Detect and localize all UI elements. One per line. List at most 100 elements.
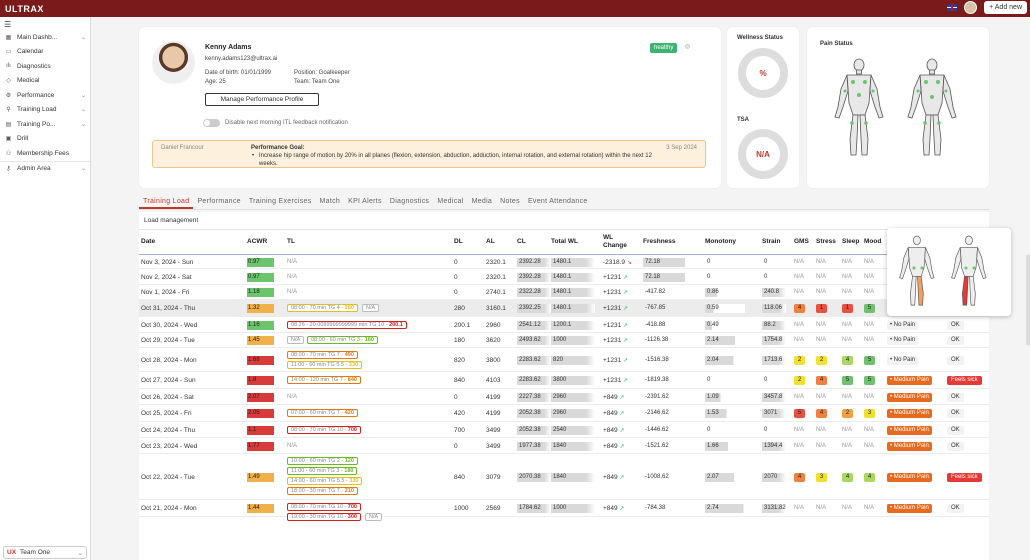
sidebar-item-membership-fees[interactable]: ⚇ Membership Fees [0, 146, 90, 161]
training-session-chip[interactable]: 08:00 - 70 min TG 10 - 700 [287, 503, 361, 511]
manage-performance-profile-button[interactable]: Manage Performance Profile [205, 93, 319, 106]
table-row[interactable]: Nov 2, 2024 - Sat 0.97 N/A 0 2320.1 2392.28 14… [139, 269, 989, 285]
side-scroll-tab[interactable] [1026, 255, 1030, 345]
stress-na: N/A [816, 273, 827, 280]
cell-twl: 1000 [551, 504, 595, 513]
row-date: Nov 1, 2024 - Fri [141, 289, 190, 296]
training-session-chip[interactable]: 08:26 - 20.0099999999999 min TG 10 - 200… [287, 320, 407, 329]
training-session-chip[interactable]: 08:00 - 70 min TG 4 - 280 [287, 304, 358, 312]
header-freshness[interactable]: Freshness [643, 238, 676, 246]
table-row[interactable]: Oct 30, 2024 - Wed 1.16 08:26 - 20.0099999… [139, 317, 989, 333]
table-row[interactable]: Oct 31, 2024 - Thu 1.32 08:00 - 70 min TG … [139, 300, 989, 317]
sidebar-item-main-dashb[interactable]: ▦ Main Dashb... ⌄ [0, 30, 90, 45]
user-avatar[interactable] [964, 1, 978, 14]
sidebar-item-training-po[interactable]: ▤ Training Po... ⌄ [0, 117, 90, 132]
header-strain[interactable]: Strain [762, 238, 780, 246]
header-tl[interactable]: TL [287, 238, 295, 246]
app-logo[interactable]: ULTRAX [5, 4, 44, 14]
session-value: 330 [349, 478, 359, 484]
header-dl[interactable]: DL [454, 238, 463, 246]
header-al[interactable]: AL [486, 238, 495, 246]
calendar-icon: ▭ [5, 49, 12, 56]
menu-icon[interactable]: ☰ [0, 17, 90, 30]
tab-training-load[interactable]: Training Load [139, 196, 194, 209]
tab-medical[interactable]: Medical [433, 196, 467, 209]
sidebar-item-performance[interactable]: ⚙ Performance ⌄ [0, 88, 90, 103]
body-map-icon[interactable] [807, 27, 989, 188]
cell-freshness: -784.38 [645, 505, 666, 511]
table-row[interactable]: Oct 24, 2024 - Thu 1.1 08:00 - 70 min TG 1… [139, 422, 989, 438]
session-value: 200.1 [389, 321, 403, 328]
sickness-badge: OK [947, 441, 964, 451]
table-row[interactable]: Nov 3, 2024 - Sun 0.97 N/A 0 2320.1 2392.28 14… [139, 255, 989, 269]
table-row[interactable]: Nov 1, 2024 - Fri 1.18 N/A 0 2740.1 2322.28 14… [139, 285, 989, 300]
cell-twl: 1200.1 [551, 320, 595, 330]
training-session-chip[interactable]: 19:00 - 30 min TG 10 - 300 [287, 513, 361, 521]
eye-icon[interactable]: ◎ [685, 43, 690, 50]
sickness-badge: OK [947, 336, 964, 345]
pain-badge: • Medium Pain [887, 392, 932, 402]
training-session-chip[interactable]: 18:00 - 30 min TG 7 - 210 [287, 487, 358, 495]
sidebar-item-training-load[interactable]: ⚲ Training Load ⌄ [0, 103, 90, 118]
header-total-wl[interactable]: Total WL [551, 238, 578, 246]
training-session-chip[interactable]: 08:00 - 70 min TG 7 - 490 [287, 351, 358, 359]
sidebar-item-admin-area[interactable]: ⚷ Admin Area ⌄ [0, 162, 90, 177]
table-row[interactable]: Oct 29, 2024 - Tue 1.45 N/A 08:00 - 60 min … [139, 333, 989, 348]
tab-diagnostics[interactable]: Diagnostics [386, 196, 433, 209]
sleep-na: N/A [842, 393, 853, 400]
sidebar-item-medical[interactable]: ◇ Medical [0, 74, 90, 89]
session-text: 08:00 - 70 min TG 10 - [291, 426, 348, 433]
training-session-chip[interactable]: 07:00 - 60 min TG 7 - 420 [287, 409, 358, 417]
add-new-button[interactable]: + Add new [984, 1, 1027, 14]
session-value: 420 [344, 410, 354, 416]
header-monotony[interactable]: Monotony [705, 238, 736, 246]
uk-flag-icon[interactable] [947, 4, 958, 11]
table-row[interactable]: Oct 28, 2024 - Mon 1.68 08:00 - 70 min TG … [139, 348, 989, 372]
tab-notes[interactable]: Notes [496, 196, 524, 209]
table-row[interactable]: Oct 22, 2024 - Tue 1.49 10:00 - 60 min TG … [139, 454, 989, 500]
pain-label: No Pain [893, 356, 916, 363]
cell-twl: 2540 [551, 425, 595, 435]
tab-performance[interactable]: Performance [193, 196, 244, 209]
cell-cl: 1977.38 [517, 441, 551, 451]
mood-score: 5 [864, 355, 875, 365]
header-acwr[interactable]: ACWR [247, 238, 267, 246]
pain-badge: • Medium Pain [887, 441, 932, 451]
header-cl[interactable]: CL [517, 238, 526, 246]
sidebar-item-diagnostics[interactable]: ılı Diagnostics [0, 59, 90, 74]
table-row[interactable]: Oct 26, 2024 - Sat 2.07 N/A 0 4199 2227.38 296… [139, 389, 989, 405]
session-text: 11:00 - 60 min TG 5.5 - [291, 362, 349, 368]
training-session-chip[interactable]: 14:00 - 60 min TG 5.5 - 330 [287, 477, 363, 485]
training-session-chip[interactable]: 14:00 - 120 min TG 7 - 840 [287, 376, 361, 384]
tab-match[interactable]: Match [316, 196, 345, 209]
cell-cl: 2541.12 [517, 320, 551, 330]
itl-notification-toggle[interactable] [203, 119, 220, 127]
training-session-chip[interactable]: 08:00 - 60 min TG 3 - 180 [307, 336, 378, 344]
sidebar-item-drill[interactable]: ▣ Drill [0, 132, 90, 147]
training-session-chip[interactable]: 11:00 - 60 min TG 5.5 - 330 [287, 361, 363, 369]
sleep-na: N/A [842, 289, 853, 295]
team-badge: UX [7, 549, 17, 556]
header-stress[interactable]: Stress [816, 238, 836, 246]
team-selector[interactable]: UX Team One ⌄ [3, 546, 87, 559]
header-date[interactable]: Date [141, 238, 155, 246]
table-row[interactable]: Oct 23, 2024 - Wed 1.77 N/A 0 3499 1977.38 184… [139, 438, 989, 454]
sleep-score: 5 [842, 376, 853, 385]
table-row[interactable]: Oct 25, 2024 - Fri 2.05 07:00 - 60 min TG … [139, 405, 989, 422]
header-sleep[interactable]: Sleep [842, 238, 859, 246]
header-gms[interactable]: GMS [794, 238, 809, 246]
pain-label: Medium Pain [893, 410, 929, 416]
tab-training-exercises[interactable]: Training Exercises [245, 196, 316, 209]
header-mood[interactable]: Mood [864, 238, 881, 246]
table-row[interactable]: Oct 21, 2024 - Mon 1.44 08:00 - 70 min TG … [139, 500, 989, 521]
header-wl-change[interactable]: WL Change [603, 234, 633, 250]
training-session-chip[interactable]: 11:00 - 60 min TG 3 - 180 [287, 467, 358, 475]
table-row[interactable]: Oct 27, 2024 - Sun 1.8 14:00 - 120 min TG … [139, 372, 989, 389]
tab-media[interactable]: Media [468, 196, 497, 209]
cell-monotony: 0.86 [705, 288, 745, 297]
training-session-chip[interactable]: 08:00 - 70 min TG 10 - 700 [287, 425, 361, 434]
tab-event-attendance[interactable]: Event Attendance [524, 196, 592, 209]
training-session-chip[interactable]: 10:00 - 60 min TG 2 - 120 [287, 457, 358, 465]
sidebar-item-calendar[interactable]: ▭ Calendar [0, 45, 90, 60]
tab-kpi-alerts[interactable]: KPI Alerts [344, 196, 386, 209]
